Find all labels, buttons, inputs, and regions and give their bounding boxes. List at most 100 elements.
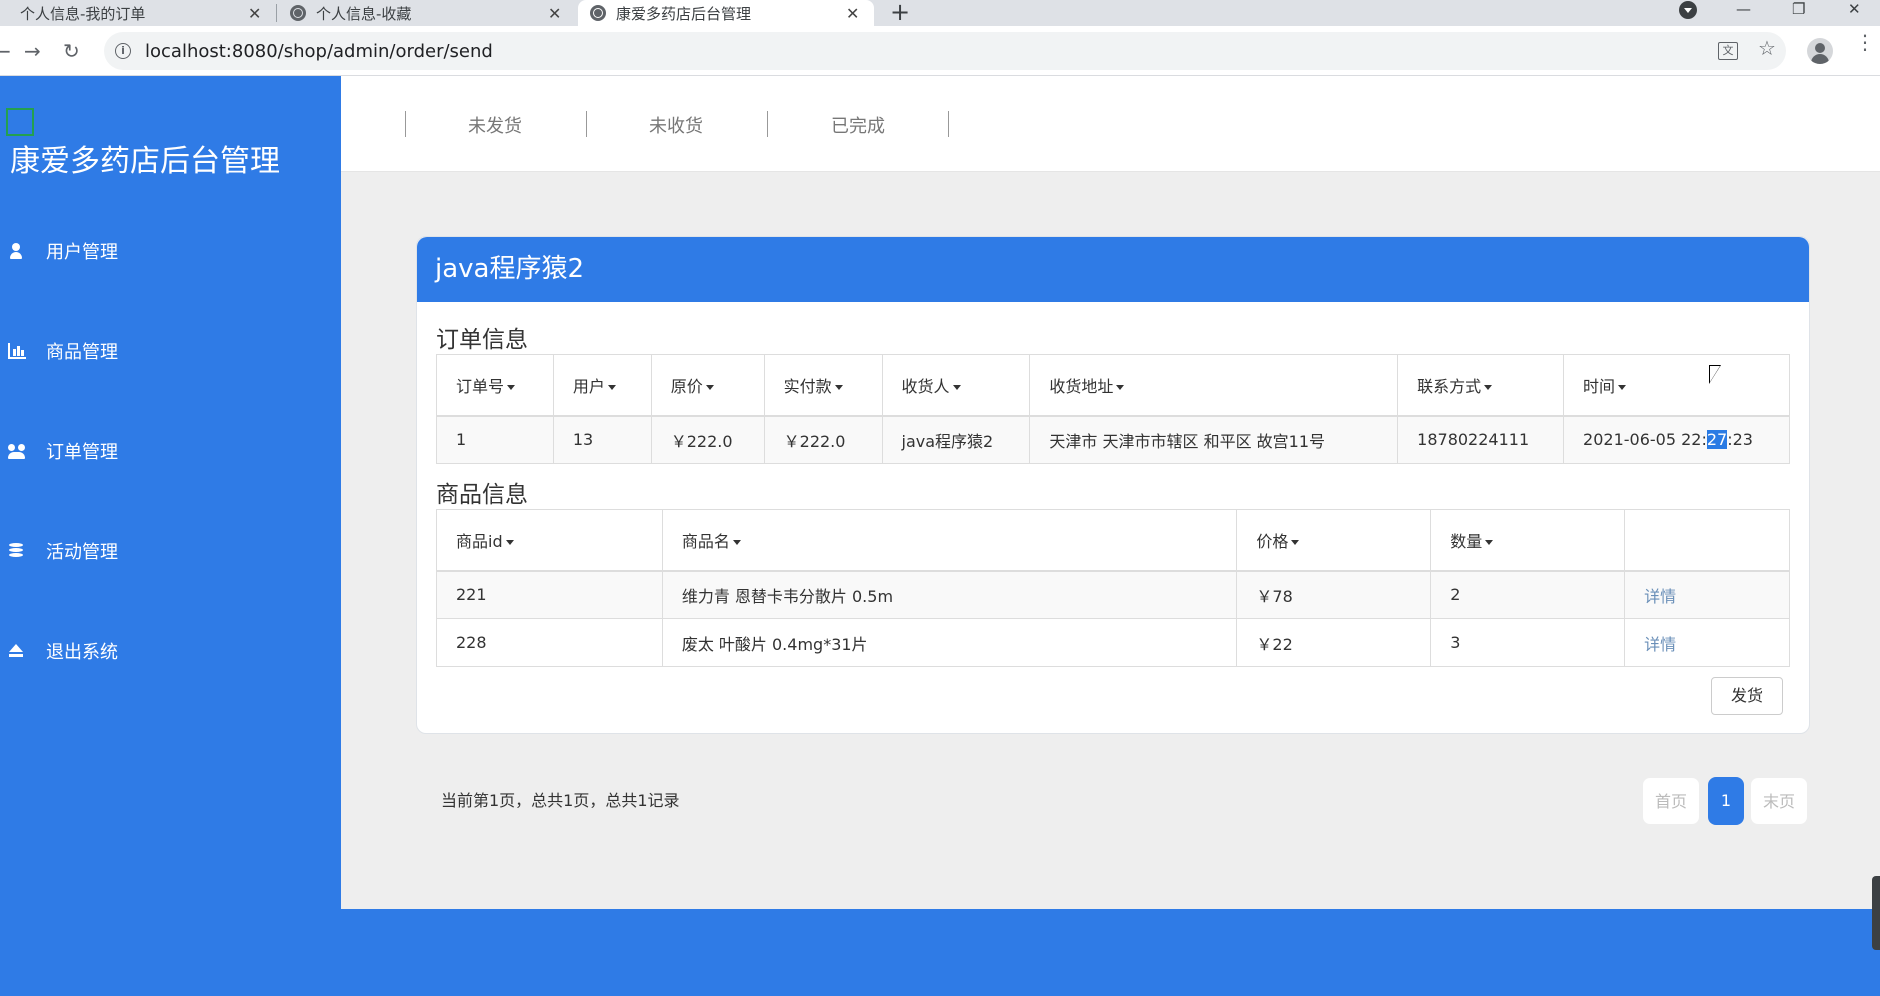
- phone-cell: 18780224111: [1397, 415, 1565, 464]
- goods-price-cell: ￥78: [1236, 570, 1432, 619]
- col-paid[interactable]: 实付款: [763, 354, 883, 416]
- new-tab-button[interactable]: +: [890, 0, 910, 26]
- table-row: 228 废太 叶酸片 0.4mg*31片 ￥22 3 详情: [436, 618, 1790, 667]
- tab-search-icon[interactable]: [1679, 1, 1697, 19]
- last-page-button[interactable]: 末页: [1750, 777, 1808, 825]
- translate-icon[interactable]: 文: [1718, 42, 1738, 60]
- detail-link[interactable]: 详情: [1644, 587, 1676, 606]
- more-menu-icon[interactable]: ⋮: [1855, 32, 1875, 52]
- detail-cell: 详情: [1624, 618, 1790, 667]
- ship-button[interactable]: 发货: [1711, 677, 1783, 715]
- col-time[interactable]: 时间: [1563, 354, 1790, 416]
- col-qty[interactable]: 数量: [1430, 509, 1626, 571]
- url-text[interactable]: localhost:8080/shop/admin/order/send: [145, 41, 493, 62]
- sidebar-item-label: 用户管理: [46, 242, 118, 263]
- caret-down-icon: [705, 384, 714, 390]
- detail-link[interactable]: 详情: [1644, 635, 1676, 654]
- minimize-button[interactable]: —: [1736, 0, 1751, 18]
- footer: [341, 909, 1880, 996]
- forward-arrow-icon[interactable]: →: [24, 39, 41, 63]
- globe-icon: [290, 5, 306, 21]
- eject-icon: [8, 643, 26, 659]
- col-phone[interactable]: 联系方式: [1397, 354, 1565, 416]
- first-page-button[interactable]: 首页: [1642, 777, 1700, 825]
- close-icon[interactable]: ✕: [846, 4, 859, 23]
- current-page-button[interactable]: 1: [1708, 777, 1744, 825]
- selected-text: 27: [1706, 430, 1728, 450]
- col-goods-name[interactable]: 商品名: [661, 509, 1238, 571]
- detail-cell: 详情: [1624, 570, 1790, 619]
- tab-title: 个人信息-我的订单: [20, 4, 146, 23]
- table-header-row: 订单号 用户 原价 实付款 收货人 收货地址 联系方式 时间: [436, 354, 1790, 416]
- caret-down-icon: [834, 384, 843, 390]
- panel-title: java程序猿2: [417, 237, 1809, 302]
- order-id-cell: 1: [436, 415, 554, 464]
- close-window-button[interactable]: ✕: [1848, 0, 1861, 18]
- browser-toolbar: ← → ↻ i localhost:8080/shop/admin/order/…: [0, 26, 1880, 76]
- caret-down-icon: [1484, 384, 1493, 390]
- address-bar[interactable]: i localhost:8080/shop/admin/order/send: [104, 32, 1786, 70]
- database-icon: [8, 543, 26, 559]
- caret-down-icon: [732, 539, 741, 545]
- browser-tab-admin[interactable]: 康爱多药店后台管理 ✕: [578, 0, 874, 26]
- sidebar-item-label: 商品管理: [46, 342, 118, 363]
- receiver-cell: java程序猿2: [881, 415, 1031, 464]
- caret-down-icon: [505, 539, 514, 545]
- scrollbar-handle[interactable]: [1872, 876, 1880, 950]
- browser-tab-strip: 个人信息-我的订单 ✕ 个人信息-收藏 ✕ 康爱多药店后台管理 ✕ + — ❐ …: [0, 0, 1880, 26]
- goods-qty-cell: 3: [1430, 618, 1626, 667]
- col-user[interactable]: 用户: [552, 354, 652, 416]
- tab-not-shipped[interactable]: 未发货: [468, 112, 522, 138]
- tab-title: 个人信息-收藏: [316, 4, 412, 23]
- caret-down-icon: [1485, 539, 1494, 545]
- nav-divider: [586, 111, 587, 137]
- nav-divider: [405, 111, 406, 137]
- address-cell: 天津市 天津市市辖区 和平区 故宫11号: [1029, 415, 1399, 464]
- close-icon[interactable]: ✕: [548, 4, 561, 23]
- star-icon[interactable]: ☆: [1758, 36, 1776, 60]
- users-icon: [8, 443, 26, 459]
- user-icon: [8, 243, 26, 259]
- tab-not-received[interactable]: 未收货: [649, 112, 703, 138]
- col-goods-id[interactable]: 商品id: [436, 509, 663, 571]
- sidebar-item-orders[interactable]: 订单管理: [0, 431, 341, 471]
- goods-table: 商品id 商品名 价格 数量 221 维力青 恩替卡韦分散片 0.5m ￥78 …: [436, 509, 1790, 667]
- goods-id-cell: 228: [436, 618, 663, 667]
- maximize-button[interactable]: ❐: [1792, 0, 1805, 18]
- original-price-cell: ￥222.0: [650, 415, 765, 464]
- goods-name-cell: 维力青 恩替卡韦分散片 0.5m: [661, 570, 1238, 619]
- browser-tab-my-orders[interactable]: 个人信息-我的订单 ✕: [20, 0, 270, 26]
- goods-price-cell: ￥22: [1236, 618, 1432, 667]
- tab-completed[interactable]: 已完成: [831, 112, 885, 138]
- col-price[interactable]: 价格: [1236, 509, 1432, 571]
- caret-down-icon: [1116, 384, 1125, 390]
- caret-down-icon: [1618, 384, 1627, 390]
- nav-divider: [767, 111, 768, 137]
- bar-chart-icon: [8, 343, 26, 359]
- sidebar-item-label: 订单管理: [46, 442, 118, 463]
- sidebar-item-activities[interactable]: 活动管理: [0, 531, 341, 571]
- back-arrow-icon[interactable]: ←: [0, 39, 11, 63]
- goods-info-title: 商品信息: [436, 482, 528, 508]
- info-icon[interactable]: i: [115, 43, 131, 59]
- col-address[interactable]: 收货地址: [1029, 354, 1399, 416]
- order-status-nav: 未发货 未收货 已完成: [341, 76, 1880, 172]
- close-icon[interactable]: ✕: [248, 4, 261, 23]
- goods-qty-cell: 2: [1430, 570, 1626, 619]
- profile-avatar[interactable]: [1807, 38, 1833, 64]
- tab-title: 康爱多药店后台管理: [616, 4, 752, 23]
- brand-title: 康爱多药店后台管理: [10, 144, 280, 179]
- caret-down-icon: [607, 384, 616, 390]
- table-header-row: 商品id 商品名 价格 数量: [436, 509, 1790, 571]
- sidebar-item-label: 退出系统: [46, 642, 118, 663]
- col-receiver[interactable]: 收货人: [881, 354, 1031, 416]
- sidebar-item-logout[interactable]: 退出系统: [0, 631, 341, 671]
- col-original-price[interactable]: 原价: [650, 354, 765, 416]
- paid-cell: ￥222.0: [763, 415, 883, 464]
- col-order-id[interactable]: 订单号: [436, 354, 554, 416]
- reload-icon[interactable]: ↻: [63, 39, 80, 63]
- order-table: 订单号 用户 原价 实付款 收货人 收货地址 联系方式 时间 1 13 ￥222…: [436, 354, 1790, 464]
- browser-tab-favorites[interactable]: 个人信息-收藏 ✕: [290, 0, 570, 26]
- sidebar-item-products[interactable]: 商品管理: [0, 331, 341, 371]
- sidebar-item-users[interactable]: 用户管理: [0, 231, 341, 271]
